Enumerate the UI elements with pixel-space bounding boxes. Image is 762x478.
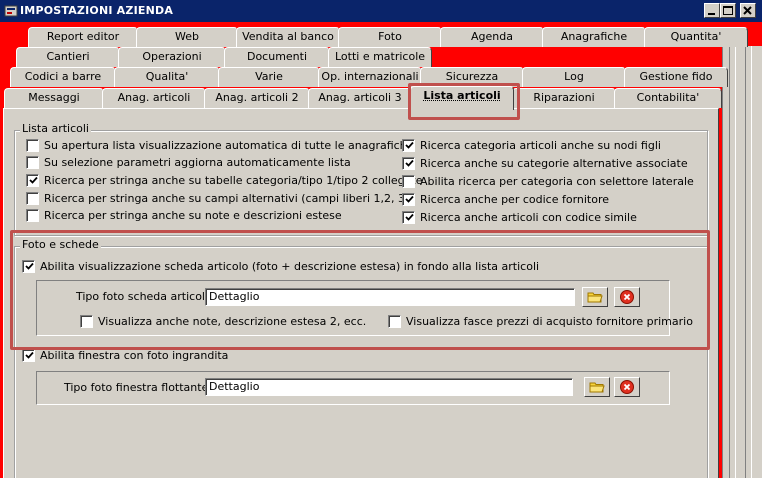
tab-anag-articoli-2[interactable]: Anag. articoli 2 [204, 88, 310, 108]
tab-riparazioni[interactable]: Riparazioni [512, 88, 616, 108]
cb-categorie-alternative[interactable]: Ricerca anche su categorie alternative a… [402, 157, 688, 170]
foto-schede-title: Foto e schede [20, 238, 101, 251]
tab-operazioni[interactable]: Operazioni [118, 47, 226, 67]
minimize-icon [708, 13, 715, 15]
cb-abilita-scheda[interactable]: Abilita visualizzazione scheda articolo … [22, 260, 539, 273]
check-icon [405, 213, 414, 221]
window-title: IMPOSTAZIONI AZIENDA [20, 4, 174, 17]
clear-icon [620, 290, 634, 304]
cb-note-estese[interactable]: Visualizza anche note, descrizione estes… [80, 315, 366, 328]
tab-lotti-e-matricole[interactable]: Lotti e matricole [328, 47, 432, 67]
folder-icon [587, 292, 603, 303]
cb-codice-fornitore[interactable]: Ricerca anche per codice fornitore [402, 193, 609, 206]
checkbox-checked[interactable] [402, 193, 415, 206]
tab-panel-lista-articoli: Lista articoli Su apertura lista visuali… [3, 108, 719, 478]
checkbox-checked[interactable] [402, 139, 415, 152]
clear-icon [620, 380, 634, 394]
maximize-icon [723, 6, 733, 15]
cb-apertura-visualizzazione[interactable]: Su apertura lista visualizzazione automa… [26, 139, 413, 152]
tab-qualita[interactable]: Qualita' [114, 67, 220, 87]
tipo-foto-finestra-input[interactable]: Dettaglio [205, 378, 573, 396]
checkbox[interactable] [80, 315, 93, 328]
check-icon [405, 195, 414, 203]
tab-report-editor[interactable]: Report editor [28, 27, 138, 47]
minimize-button[interactable] [704, 3, 720, 18]
tab-sicurezza[interactable]: Sicurezza [420, 67, 524, 87]
cb-abilita-finestra[interactable]: Abilita finestra con foto ingrandita [22, 349, 228, 362]
check-icon [25, 262, 34, 270]
tab-anag-articoli[interactable]: Anag. articoli [102, 88, 206, 108]
folder-icon [589, 382, 605, 393]
cb-codice-simile[interactable]: Ricerca anche articoli con codice simile [402, 211, 637, 224]
app-icon [4, 5, 18, 17]
checkbox[interactable] [26, 192, 39, 205]
tab-foto[interactable]: Foto [338, 27, 442, 47]
checkbox-checked[interactable] [402, 211, 415, 224]
tab-agenda[interactable]: Agenda [440, 27, 544, 47]
tipo-foto-scheda-input[interactable]: Dettaglio [205, 288, 575, 306]
tab-contabilita[interactable]: Contabilita' [614, 88, 722, 108]
clear-finestra-button[interactable] [614, 377, 640, 397]
tab-messaggi[interactable]: Messaggi [4, 88, 104, 108]
cb-nodi-figli[interactable]: Ricerca categoria articoli anche su nodi… [402, 139, 661, 152]
checkbox[interactable] [26, 156, 39, 169]
tab-anag-articoli-3[interactable]: Anag. articoli 3 [308, 88, 412, 108]
check-icon [405, 159, 414, 167]
lista-articoli-title: Lista articoli [20, 122, 91, 135]
tab-web[interactable]: Web [136, 27, 238, 47]
cb-note-descrizioni[interactable]: Ricerca per stringa anche su note e desc… [26, 209, 342, 222]
checkbox[interactable] [26, 209, 39, 222]
tab-vendita-al-banco[interactable]: Vendita al banco [236, 27, 340, 47]
tab-varie[interactable]: Varie [218, 67, 320, 87]
tab-gestione-fido[interactable]: Gestione fido [624, 67, 728, 87]
close-button[interactable] [740, 3, 756, 18]
browse-finestra-button[interactable] [584, 377, 610, 397]
clear-scheda-button[interactable] [614, 287, 640, 307]
checkbox[interactable] [26, 139, 39, 152]
checkbox[interactable] [388, 315, 401, 328]
cb-aggiorna-lista[interactable]: Su selezione parametri aggiorna automati… [26, 156, 351, 169]
tab-anagrafiche[interactable]: Anagrafiche [542, 27, 646, 47]
tab-cantieri[interactable]: Cantieri [16, 47, 120, 67]
check-icon [29, 176, 38, 184]
checkbox-checked[interactable] [22, 349, 35, 362]
tipo-foto-finestra-label: Tipo foto finestra flottante : [64, 381, 216, 394]
cb-campi-alternativi[interactable]: Ricerca per stringa anche su campi alter… [26, 192, 409, 205]
check-icon [25, 351, 34, 359]
close-icon [743, 6, 752, 15]
tipo-foto-scheda-label: Tipo foto scheda articolo : [76, 290, 219, 303]
tab-stack-edge [722, 46, 762, 478]
checkbox-checked[interactable] [22, 260, 35, 273]
checkbox[interactable] [402, 175, 415, 188]
checkbox-checked[interactable] [402, 157, 415, 170]
tab-codici-a-barre[interactable]: Codici a barre [10, 67, 116, 87]
tab-lista-articoli[interactable]: Lista articoli [410, 86, 514, 110]
cb-selettore-laterale[interactable]: Abilita ricerca per categoria con selett… [402, 175, 694, 188]
maximize-button[interactable] [720, 3, 736, 18]
tab-documenti[interactable]: Documenti [224, 47, 330, 67]
tab-log[interactable]: Log [522, 67, 626, 87]
browse-scheda-button[interactable] [582, 287, 608, 307]
tab-quantita[interactable]: Quantita' [644, 27, 748, 47]
checkbox-checked[interactable] [26, 174, 39, 187]
cb-fasce-prezzi[interactable]: Visualizza fasce prezzi di acquisto forn… [388, 315, 693, 328]
check-icon [405, 141, 414, 149]
tab-op-internazionali[interactable]: Op. internazionali [318, 67, 422, 87]
title-bar: IMPOSTAZIONI AZIENDA [0, 0, 762, 22]
cb-tabelle-categoria[interactable]: Ricerca per stringa anche su tabelle cat… [26, 174, 422, 187]
